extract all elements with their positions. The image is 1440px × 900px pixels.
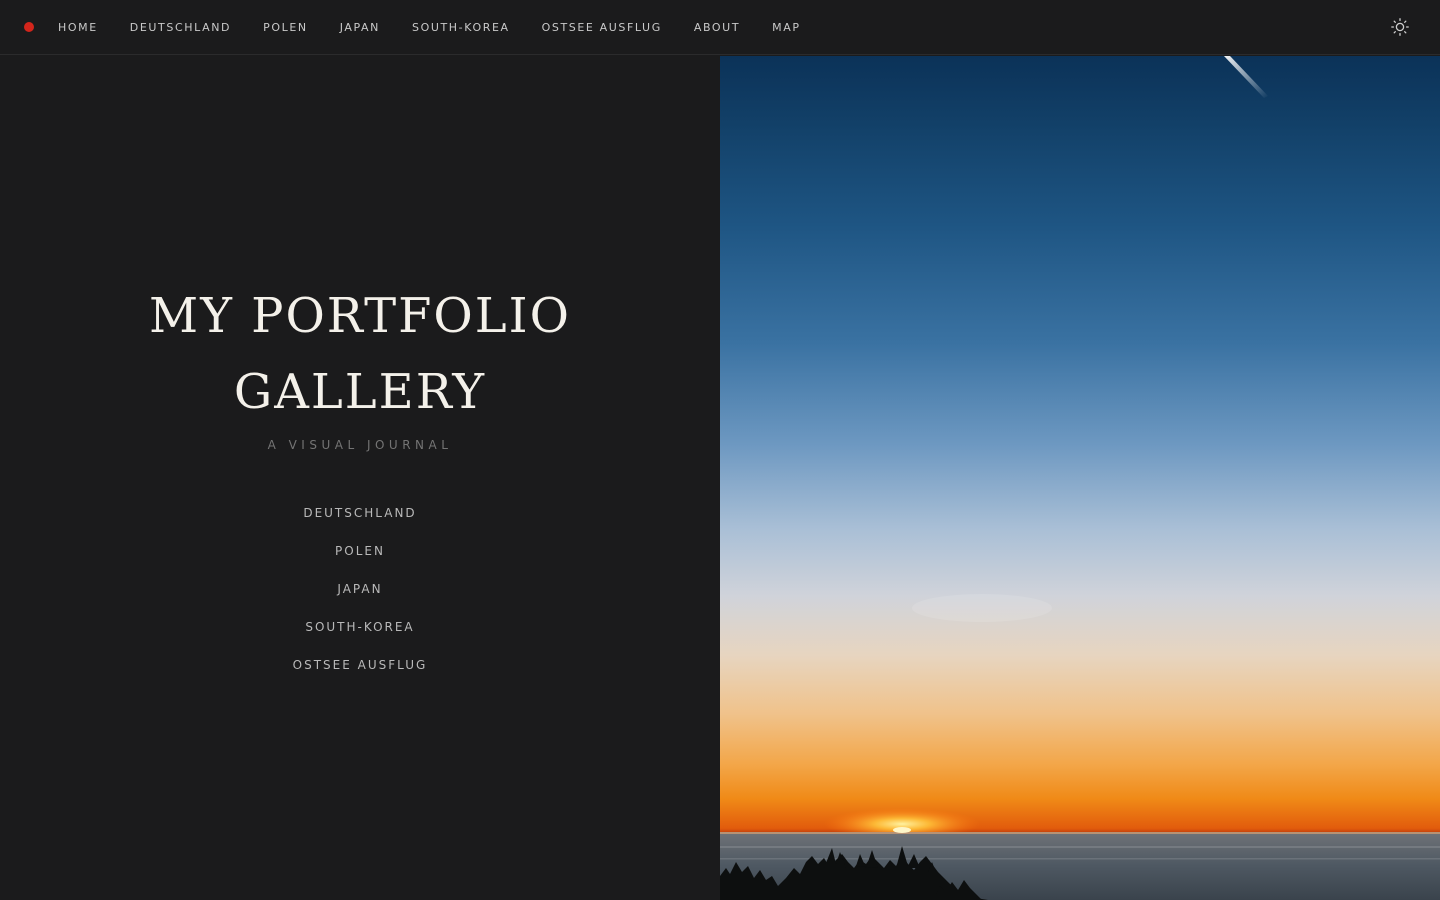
country-link-deutschland[interactable]: DEUTSCHLAND — [303, 506, 416, 520]
country-link-polen[interactable]: POLEN — [335, 544, 385, 558]
list-item: DEUTSCHLAND — [0, 504, 720, 542]
sun — [893, 827, 911, 833]
list-item: JAPAN — [0, 580, 720, 618]
country-link-ostsee-ausflug[interactable]: OSTSEE AUSFLUG — [293, 658, 428, 672]
country-link-south-korea[interactable]: SOUTH-KOREA — [305, 620, 414, 634]
sunset-scene — [720, 56, 1440, 900]
nav-item-home[interactable]: HOME — [58, 21, 98, 34]
page-subtitle: A VISUAL JOURNAL — [267, 438, 453, 452]
country-link-japan[interactable]: JAPAN — [337, 582, 382, 596]
country-link-list: DEUTSCHLAND POLEN JAPAN SOUTH-KOREA OSTS… — [0, 504, 720, 694]
nav-item-ostsee-ausflug[interactable]: OSTSEE AUSFLUG — [542, 21, 662, 34]
page-title-line-2: GALLERY — [233, 364, 487, 420]
list-item: OSTSEE AUSFLUG — [0, 656, 720, 694]
intro-panel: MY PORTFOLIO GALLERY A VISUAL JOURNAL DE… — [0, 56, 720, 900]
nav-item-polen[interactable]: POLEN — [263, 21, 308, 34]
nav-item-about[interactable]: ABOUT — [694, 21, 740, 34]
page-title: MY PORTFOLIO GALLERY — [0, 278, 720, 430]
sunset-hero-photo — [720, 56, 1440, 900]
nav-item-map[interactable]: MAP — [772, 21, 800, 34]
page-title-line-1: MY PORTFOLIO — [149, 288, 571, 344]
top-navigation-bar: HOME DEUTSCHLAND POLEN JAPAN SOUTH-KOREA… — [0, 0, 1440, 55]
main-nav: HOME DEUTSCHLAND POLEN JAPAN SOUTH-KOREA… — [58, 0, 833, 55]
nav-item-japan[interactable]: JAPAN — [340, 21, 380, 34]
nav-item-south-korea[interactable]: SOUTH-KOREA — [412, 21, 510, 34]
nav-item-deutschland[interactable]: DEUTSCHLAND — [130, 21, 231, 34]
theme-toggle-button[interactable] — [1390, 17, 1410, 37]
brand-dot-icon[interactable] — [24, 22, 34, 32]
list-item: SOUTH-KOREA — [0, 618, 720, 656]
contrail — [1224, 56, 1268, 98]
list-item: POLEN — [0, 542, 720, 580]
sun-icon — [1391, 18, 1409, 36]
cloud-wisp — [912, 594, 1052, 622]
